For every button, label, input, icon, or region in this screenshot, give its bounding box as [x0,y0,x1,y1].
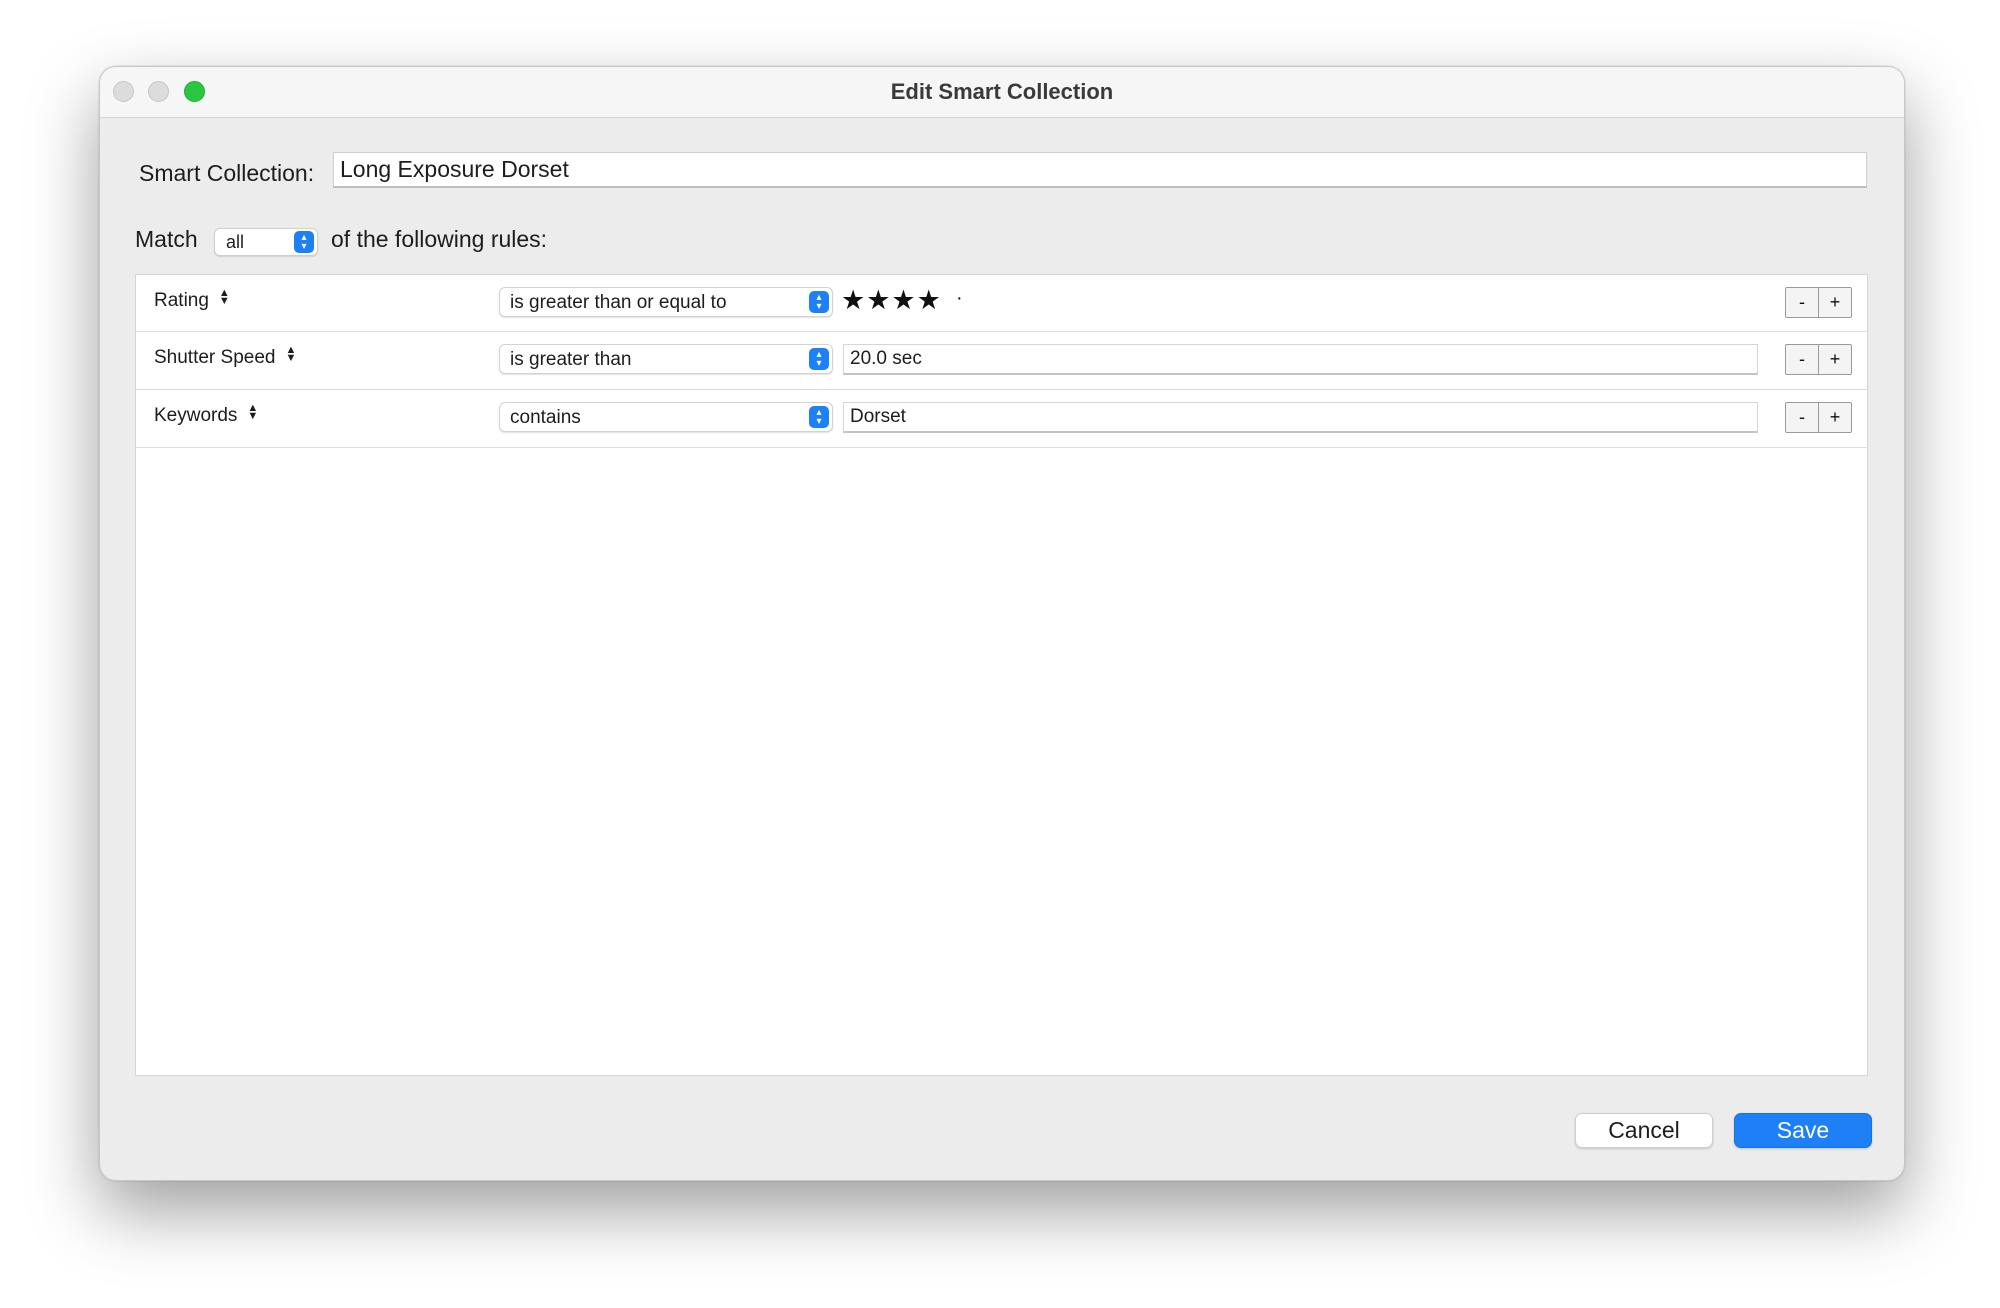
select-stepper-icon: ▴ ▾ [294,231,314,253]
rule-operator-value: is greater than or equal to [510,292,727,313]
remove-rule-button[interactable]: - [1785,402,1819,433]
rule-field-select[interactable]: Keywords ▲ ▼ [154,402,259,427]
match-prefix-label: Match [135,226,198,252]
rule-value-input[interactable]: 20.0 sec [843,344,1758,375]
rule-row-rating: Rating ▲ ▼ is greater than or equal to ▴ ▾ … [136,275,1867,332]
rule-operator-select[interactable]: is greater than or equal to ▴ ▾ [499,287,833,317]
rule-row-keywords: Keywords ▲ ▼ contains ▴ ▾ Dorset - + [136,390,1867,448]
rule-operator-select[interactable]: is greater than ▴ ▾ [499,344,833,374]
edit-smart-collection-window: Edit Smart Collection Smart Collection: … [99,66,1905,1181]
rule-operator-value: contains [510,407,581,428]
updown-chevron-icon: ▲ ▼ [285,344,297,364]
rule-row-buttons: - + [1785,402,1853,433]
updown-chevron-icon: ▲ ▼ [247,402,259,422]
rule-row-buttons: - + [1785,287,1853,318]
match-mode-value: all [226,232,245,252]
add-rule-button[interactable]: + [1818,287,1852,318]
rule-field-select[interactable]: Shutter Speed ▲ ▼ [154,344,297,369]
remove-rule-button[interactable]: - [1785,287,1819,318]
titlebar: Edit Smart Collection [100,67,1904,118]
cancel-button[interactable]: Cancel [1575,1113,1713,1148]
select-stepper-icon: ▴ ▾ [809,406,829,428]
rating-empty-star-dot[interactable]: · [956,287,963,310]
rules-list: Rating ▲ ▼ is greater than or equal to ▴ ▾ … [135,274,1868,1076]
updown-chevron-icon: ▲ ▼ [218,287,230,307]
remove-rule-button[interactable]: - [1785,344,1819,375]
smart-collection-name-input[interactable]: Long Exposure Dorset [333,152,1867,188]
save-button[interactable]: Save [1734,1113,1872,1148]
rule-field-label: Keywords [154,405,238,426]
rule-operator-select[interactable]: contains ▴ ▾ [499,402,833,432]
rule-row-shutter-speed: Shutter Speed ▲ ▼ is greater than ▴ ▾ 20.0 … [136,332,1867,390]
add-rule-button[interactable]: + [1818,344,1852,375]
rating-stars-control[interactable]: ★★★★ [841,285,942,316]
rule-field-select[interactable]: Rating ▲ ▼ [154,287,230,312]
rule-field-label: Rating [154,290,209,311]
select-stepper-icon: ▴ ▾ [809,291,829,313]
rule-row-buttons: - + [1785,344,1853,375]
window-title: Edit Smart Collection [890,79,1114,104]
rule-operator-value: is greater than [510,349,632,370]
smart-collection-name-label: Smart Collection: [139,160,315,186]
match-suffix-label: of the following rules: [331,226,548,252]
rule-field-label: Shutter Speed [154,347,276,368]
match-mode-select[interactable]: all ▴ ▾ [214,228,318,256]
rule-value-input[interactable]: Dorset [843,402,1758,433]
add-rule-button[interactable]: + [1818,402,1852,433]
select-stepper-icon: ▴ ▾ [809,348,829,370]
